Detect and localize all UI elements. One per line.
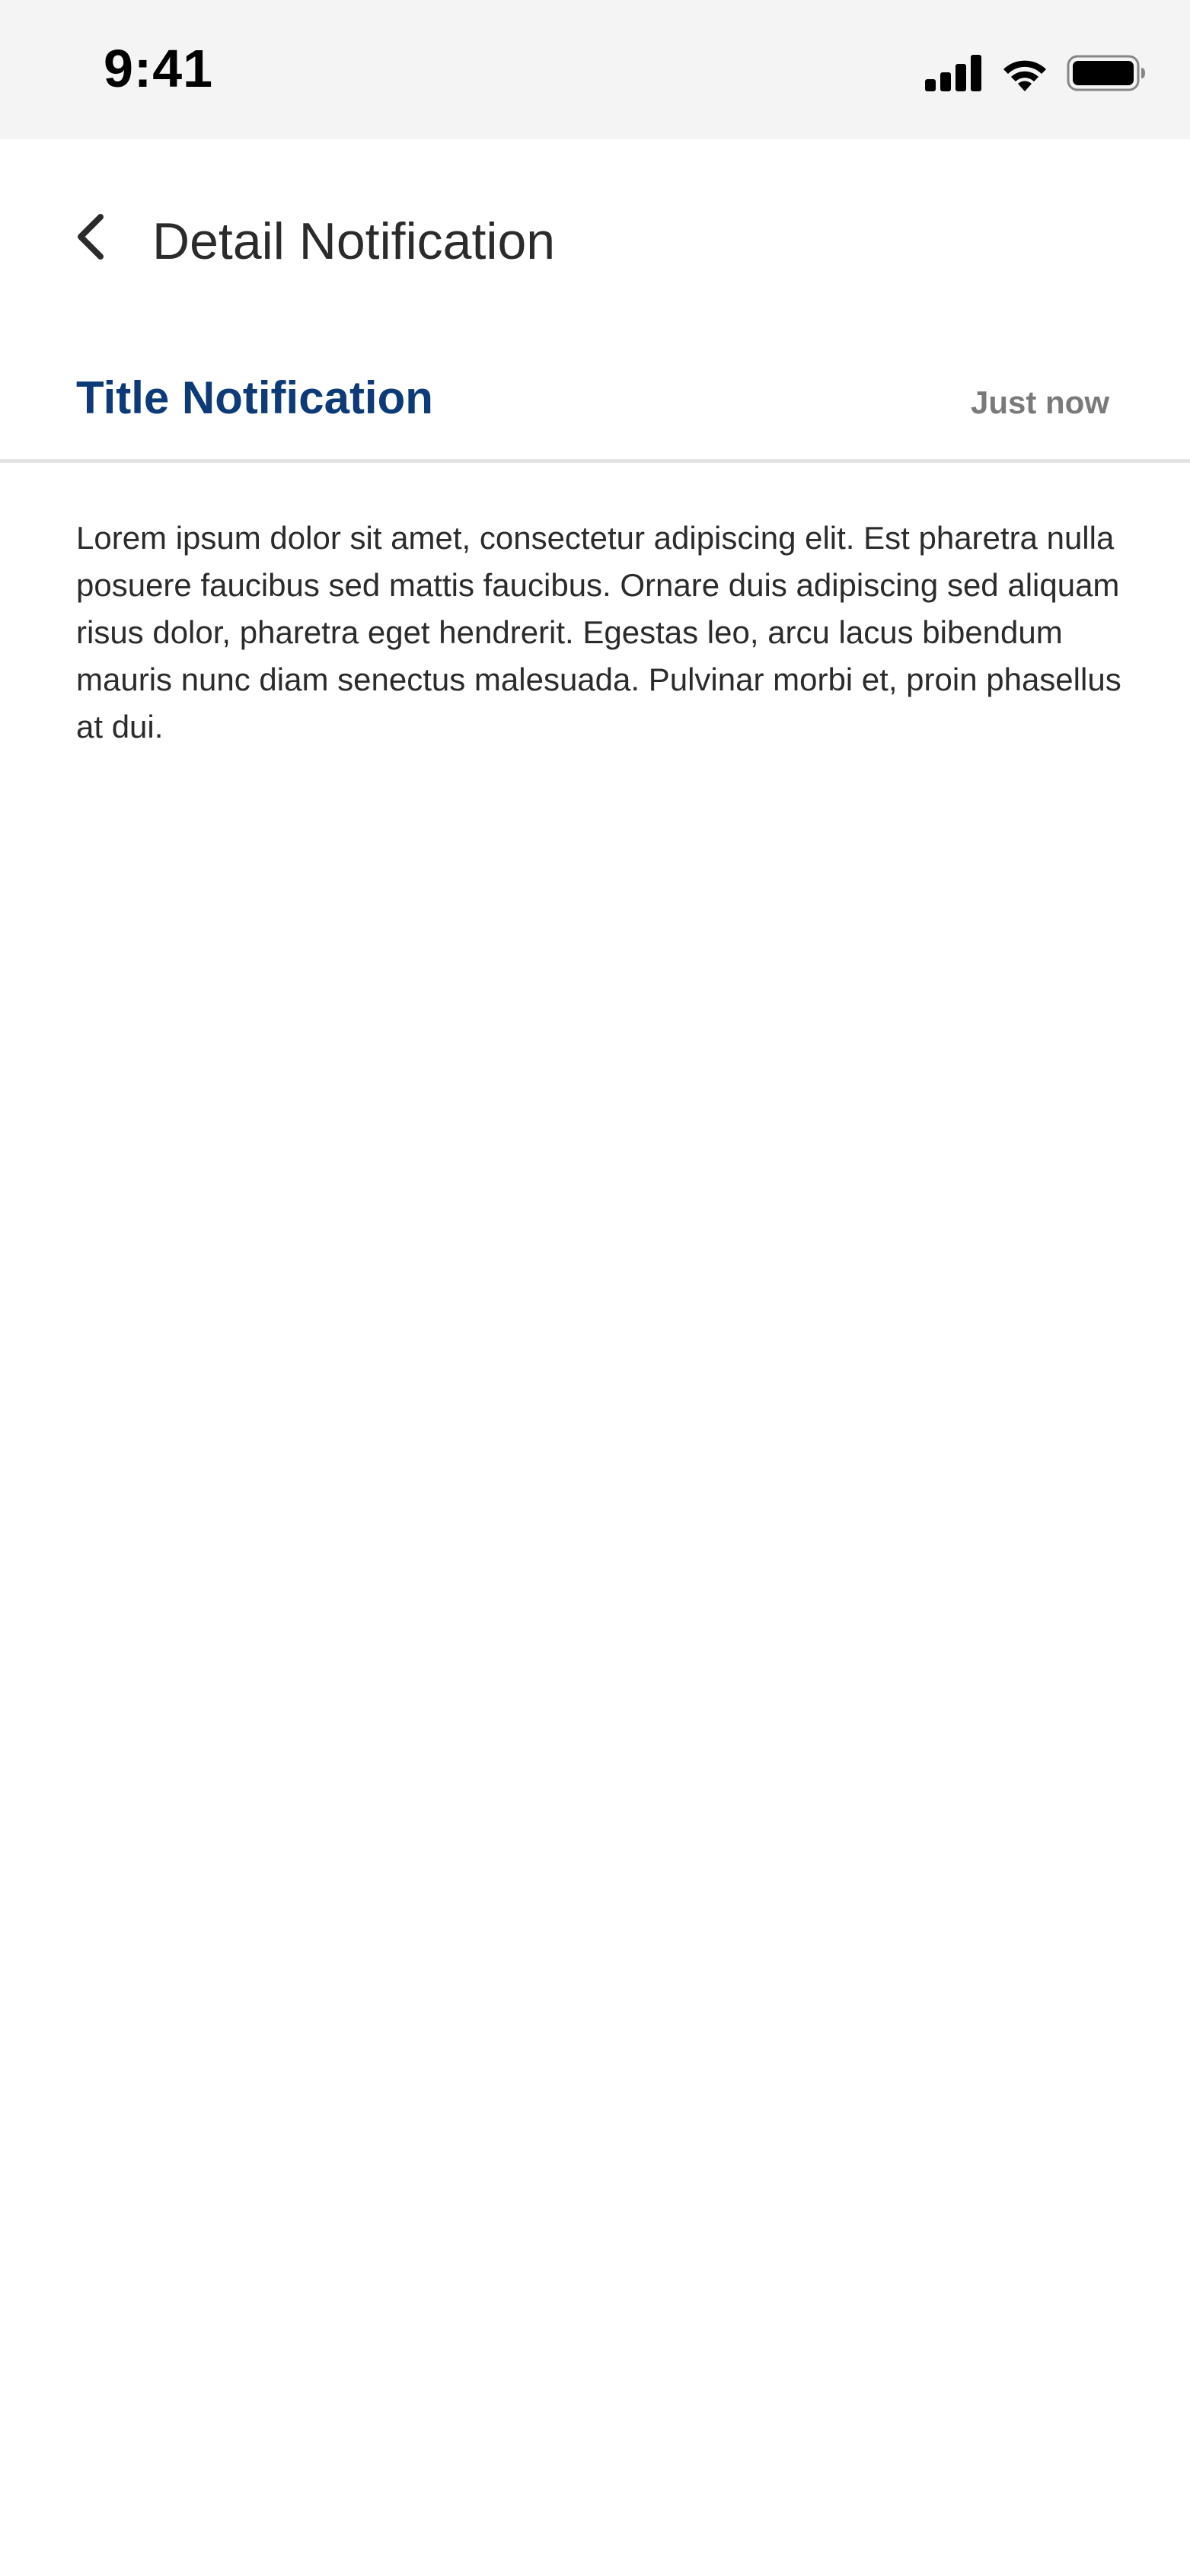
cellular-signal-icon <box>925 55 983 91</box>
back-button[interactable] <box>59 208 120 269</box>
battery-icon <box>1067 55 1146 91</box>
status-bar: 9:41 <box>0 0 1190 139</box>
notification-timestamp: Just now <box>970 384 1109 420</box>
notification-body: Lorem ipsum dolor sit amet, consectetur … <box>76 520 1121 744</box>
status-icons <box>925 50 1146 96</box>
wifi-icon <box>1000 55 1050 91</box>
navigation-bar: Detail Notification <box>0 139 1190 352</box>
notification-header: Title Notification Just now <box>0 352 1190 463</box>
chevron-left-icon <box>72 212 108 265</box>
notification-title: Title Notification <box>76 372 433 423</box>
status-time: 9:41 <box>104 39 214 98</box>
page-title: Detail Notification <box>152 212 556 270</box>
